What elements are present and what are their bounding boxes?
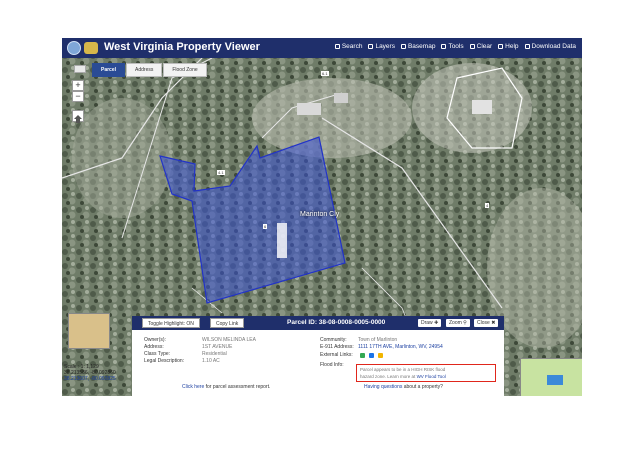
google-maps-icon[interactable] — [360, 353, 365, 358]
flood-info-label: Flood Info: — [320, 362, 344, 368]
main-nav: Search Layers Basemap Tools Clear Help D… — [334, 43, 576, 50]
home-extent-button[interactable] — [72, 110, 84, 123]
parcel-info-panel: Toggle Highlight: ON Copy Link Parcel ID… — [132, 316, 504, 396]
nav-help[interactable]: Help — [498, 43, 519, 50]
zoom-button[interactable]: Zoom ⚲ — [446, 319, 470, 327]
owners-value: WILSON MELINDA LEA — [202, 337, 256, 343]
zoom-out-button[interactable]: − — [72, 91, 84, 102]
assessment-report-text: Click here for parcel assessment report. — [182, 384, 271, 390]
magnifier-icon: ⚲ — [463, 320, 467, 326]
road-label: Marinton Cly — [300, 211, 340, 218]
community-value: Town of Marlinton — [358, 337, 398, 343]
community-label: Community: — [320, 337, 347, 343]
address-label: Address: — [144, 344, 164, 350]
layers-icon — [368, 44, 374, 49]
flood-warning-text: Parcel appears to be in a HIGH RISK floo… — [360, 367, 446, 372]
address-value: 1ST AVENUE — [202, 344, 233, 350]
e911-label: E-911 Address: — [320, 344, 354, 350]
wv-seal-icon — [67, 41, 81, 55]
scale-readout: Scale : 1: 1,129 38.213586, -80.092860 3… — [64, 364, 116, 382]
e911-address-link[interactable]: 1111 17TH AVE, Marlinton, WV, 24954 — [358, 344, 443, 350]
flood-warning-box: Parcel appears to be in a HIGH RISK floo… — [356, 364, 496, 382]
tools-icon — [441, 44, 447, 49]
tab-address[interactable]: Address — [126, 63, 163, 77]
parcel-id: Parcel ID: 38-08-0008-0005-0000 — [287, 319, 386, 326]
class-type-value: Residential — [202, 351, 227, 357]
coordinate-link[interactable]: 38.213607, -80.092825 — [64, 376, 116, 382]
close-icon: ✖ — [491, 320, 496, 326]
draw-button[interactable]: Draw ✚ — [418, 319, 442, 327]
tab-parcel[interactable]: Parcel — [92, 63, 126, 77]
class-type-label: Class Type: — [144, 351, 171, 357]
legal-description-label: Legal Description: — [144, 358, 185, 364]
assessment-report-link[interactable]: Click here — [182, 384, 204, 390]
flood-warning-text-2: hazard zone. Learn more at WV Flood Tool — [360, 374, 446, 379]
streetview-icon[interactable] — [378, 353, 383, 358]
tab-flood-zone[interactable]: Flood Zone — [163, 63, 207, 77]
external-links-label: External Links: — [320, 352, 353, 358]
nav-layers[interactable]: Layers — [368, 43, 395, 50]
download-icon — [524, 44, 530, 49]
panel-toolbar: Toggle Highlight: ON Copy Link Parcel ID… — [132, 316, 504, 330]
basemap-icon — [400, 44, 406, 49]
clear-icon — [469, 44, 475, 49]
collapse-panel-button[interactable] — [74, 65, 86, 73]
lot-number: 6 — [263, 224, 268, 229]
toggle-highlight-button[interactable]: Toggle Highlight: ON — [142, 318, 200, 328]
home-icon — [74, 115, 82, 123]
overview-map[interactable] — [68, 313, 110, 349]
owners-label: Owner(s): — [144, 337, 166, 343]
minimap[interactable] — [520, 358, 582, 396]
lot-number: 4.1 — [217, 170, 225, 175]
questions-text: Having questions about a property? — [364, 384, 443, 390]
app-title: West Virginia Property Viewer — [104, 41, 260, 53]
close-button[interactable]: Close ✖ — [474, 319, 499, 327]
questions-link[interactable]: Having questions — [364, 384, 402, 390]
nav-clear[interactable]: Clear — [469, 43, 492, 50]
search-icon — [334, 44, 340, 49]
wv-flood-tool-link[interactable]: WV Flood Tool — [417, 374, 446, 379]
nav-search[interactable]: Search — [334, 43, 362, 50]
legal-description-value: 1.10 AC — [202, 358, 220, 364]
nav-tools[interactable]: Tools — [441, 43, 464, 50]
nav-basemap[interactable]: Basemap — [400, 43, 435, 50]
plus-icon: ✚ — [434, 320, 439, 326]
search-tabs: Parcel Address Flood Zone — [92, 63, 208, 77]
app-header: West Virginia Property Viewer Search Lay… — [62, 38, 582, 58]
copy-link-button[interactable]: Copy Link — [210, 318, 245, 328]
zoom-controls: + − — [72, 80, 84, 102]
minimap-extent — [547, 375, 563, 385]
lot-number: 4 — [485, 203, 490, 208]
bing-icon[interactable] — [369, 353, 374, 358]
app-logo-icon — [84, 42, 98, 54]
lot-number: 6.1 — [321, 71, 329, 76]
zoom-in-button[interactable]: + — [72, 80, 84, 91]
help-icon — [498, 44, 504, 49]
nav-download-data[interactable]: Download Data — [524, 43, 576, 50]
map-screenshot: Marinton Cly 6.1 4 6 4.1 West Virginia P… — [62, 38, 582, 396]
